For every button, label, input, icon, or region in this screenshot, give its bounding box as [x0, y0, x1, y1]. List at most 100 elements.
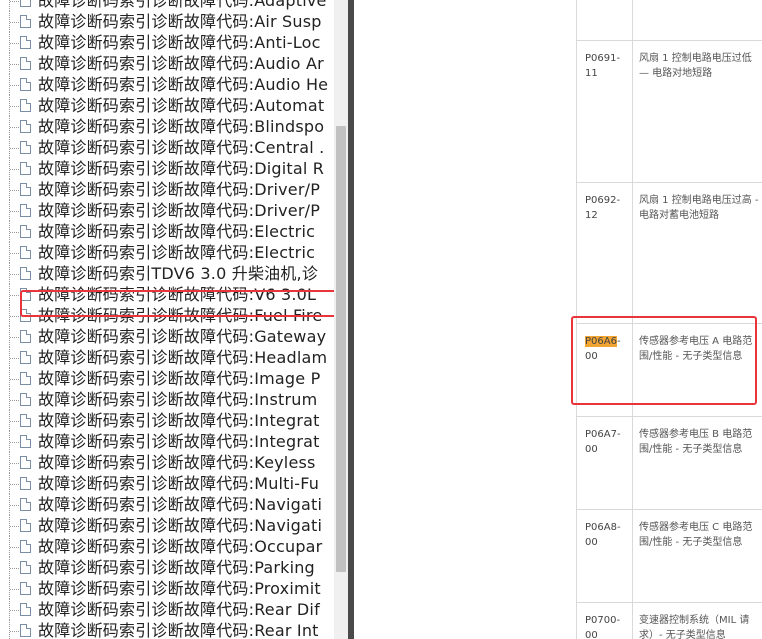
dtc-code: P0692-12 [585, 193, 625, 223]
dtc-row: P06A8-00 传感器参考电压 C 电路范围/性能 - 无子类型信息 [577, 510, 762, 603]
tree-item[interactable]: 故障诊断码索引诊断故障代码:Navigati [0, 515, 334, 536]
dtc-code: P06A8-00 [585, 520, 625, 550]
tree-item[interactable]: 故障诊断码索引诊断故障代码:Image P [0, 368, 334, 389]
tree-item-label: 故障诊断码索引诊断故障代码:Central . [38, 138, 325, 157]
scrollbar-thumb[interactable] [336, 126, 346, 572]
tree-item[interactable]: 故障诊断码索引诊断故障代码:Multi-Fu [0, 473, 334, 494]
tree-scrollbar[interactable] [334, 0, 348, 639]
document-icon [20, 36, 31, 49]
tree-item[interactable]: 故障诊断码索引诊断故障代码:Digital R [0, 158, 334, 179]
document-icon [20, 624, 31, 637]
tree-item-label: 故障诊断码索引诊断故障代码:Image P [38, 369, 321, 388]
tree-item-label: 故障诊断码索引诊断故障代码:Occupar [38, 537, 323, 556]
tree-item[interactable]: 故障诊断码索引诊断故障代码:Parking [0, 557, 334, 578]
document-icon [20, 393, 31, 406]
dtc-description: 风扇 1 控制电路电压过高 - 电路对蓄电池短路 [639, 195, 759, 221]
tree-item[interactable]: 故障诊断码索引诊断故障代码:Driver/P [0, 179, 334, 200]
dtc-description: 传感器参考电压 C 电路范围/性能 - 无子类型信息 [639, 522, 753, 548]
document-icon [20, 456, 31, 469]
tree-item[interactable]: 故障诊断码索引诊断故障代码:Proximit [0, 578, 334, 599]
dtc-row: P06A7-00 传感器参考电压 B 电路范围/性能 - 无子类型信息 [577, 417, 762, 510]
tree-item[interactable]: 故障诊断码索引诊断故障代码:Air Susp [0, 11, 334, 32]
tree-item-label: 故障诊断码索引诊断故障代码:Integrat [38, 432, 320, 451]
dtc-code: P0700-00 [585, 613, 625, 639]
dtc-row: P0692-12 风扇 1 控制电路电压过高 - 电路对蓄电池短路 [577, 183, 762, 324]
tree-item[interactable]: 故障诊断码索引诊断故障代码:Gateway [0, 326, 334, 347]
tree-item-label: 故障诊断码索引诊断故障代码:Driver/P [38, 180, 321, 199]
document-icon [20, 540, 31, 553]
tree-item[interactable]: 故障诊断码索引诊断故障代码:Driver/P [0, 200, 334, 221]
tree-item[interactable]: 故障诊断码索引诊断故障代码:Electric [0, 221, 334, 242]
document-icon [20, 351, 31, 364]
tree-item-label: 故障诊断码索引诊断故障代码:Digital R [38, 159, 325, 178]
tree-item[interactable]: 故障诊断码索引诊断故障代码:Adaptive [0, 0, 334, 11]
dtc-description: 变速器控制系统（MIL 请求）- 无子类型信息 [639, 615, 750, 639]
tree-item-label: 故障诊断码索引诊断故障代码:Rear Dif [38, 600, 320, 619]
document-icon [20, 78, 31, 91]
tree-item[interactable]: 故障诊断码索引诊断故障代码:Integrat [0, 410, 334, 431]
tree-item-label: 故障诊断码索引诊断故障代码:Rear Int [38, 621, 319, 639]
document-icon [20, 582, 31, 595]
tree-item-label: 故障诊断码索引TDV6 3.0 升柴油机,诊 [38, 264, 319, 283]
document-icon [20, 99, 31, 112]
tree-item-label: 故障诊断码索引诊断故障代码:Blindspo [38, 117, 325, 136]
tree-item-label: 故障诊断码索引诊断故障代码:Instrum [38, 390, 318, 409]
tree-item-label: 故障诊断码索引诊断故障代码:Electric [38, 243, 316, 262]
document-icon [20, 162, 31, 175]
document-icon [20, 561, 31, 574]
document-icon [20, 204, 31, 217]
dtc-code-text: P0691-11 [585, 53, 621, 79]
tree-item[interactable]: 故障诊断码索引诊断故障代码:Navigati [0, 494, 334, 515]
document-icon [20, 141, 31, 154]
tree-item[interactable]: 故障诊断码索引诊断故障代码:Rear Int [0, 620, 334, 639]
document-icon [20, 603, 31, 616]
dtc-code-text: P06A8-00 [585, 522, 621, 548]
tree-item[interactable]: 故障诊断码索引诊断故障代码:Audio He [0, 74, 334, 95]
document-icon [20, 330, 31, 343]
tree-item[interactable]: 故障诊断码索引诊断故障代码:Electric [0, 242, 334, 263]
document-icon [20, 57, 31, 70]
highlight-annotation [571, 316, 757, 405]
tree-item[interactable]: 故障诊断码索引诊断故障代码:Audio Ar [0, 53, 334, 74]
tree-item-label: 故障诊断码索引诊断故障代码:Parking [38, 558, 315, 577]
tree-item[interactable]: 故障诊断码索引诊断故障代码:Anti-Loc [0, 32, 334, 53]
tree-item-label: 故障诊断码索引诊断故障代码:Audio Ar [38, 54, 324, 73]
document-icon [20, 267, 31, 280]
document-icon [20, 498, 31, 511]
tree-item[interactable]: 故障诊断码索引诊断故障代码:Central . [0, 137, 334, 158]
tree-item[interactable]: 故障诊断码索引诊断故障代码:Headlam [0, 347, 334, 368]
tree-item-label: 故障诊断码索引诊断故障代码:Driver/P [38, 201, 321, 220]
dtc-code-text: P0692-12 [585, 195, 621, 221]
document-icon [20, 435, 31, 448]
document-icon [20, 414, 31, 427]
tree-item-label: 故障诊断码索引诊断故障代码:Air Susp [38, 12, 322, 31]
document-icon [20, 225, 31, 238]
tree-item-label: 故障诊断码索引诊断故障代码:Gateway [38, 327, 327, 346]
tree-item-label: 故障诊断码索引诊断故障代码:Integrat [38, 411, 320, 430]
selection-annotation [20, 290, 342, 317]
tree-item[interactable]: 故障诊断码索引诊断故障代码:Automat [0, 95, 334, 116]
tree-item-label: 故障诊断码索引诊断故障代码:Navigati [38, 495, 323, 514]
tree-item[interactable]: 故障诊断码索引诊断故障代码:Rear Dif [0, 599, 334, 620]
dtc-index-tree: 故障诊断码索引诊断故障代码:Adaptive 故障诊断码索引诊断故障代码:Air … [0, 0, 334, 639]
document-icon [20, 246, 31, 259]
tree-item[interactable]: 故障诊断码索引诊断故障代码:Keyless [0, 452, 334, 473]
document-icon [20, 0, 31, 7]
dtc-code: P0691-11 [585, 51, 625, 81]
tree-item-label: 故障诊断码索引诊断故障代码:Audio He [38, 75, 329, 94]
document-icon [20, 15, 31, 28]
tree-item[interactable]: 故障诊断码索引诊断故障代码:Integrat [0, 431, 334, 452]
dtc-description: 传感器参考电压 B 电路范围/性能 - 无子类型信息 [639, 429, 753, 455]
document-icon [20, 372, 31, 385]
dtc-code-text: P06A7-00 [585, 429, 621, 455]
tree-item[interactable]: 故障诊断码索引TDV6 3.0 升柴油机,诊 [0, 263, 334, 284]
tree-item-label: 故障诊断码索引诊断故障代码:Keyless [38, 453, 316, 472]
tree-item[interactable]: 故障诊断码索引诊断故障代码:Instrum [0, 389, 334, 410]
tree-item[interactable]: 故障诊断码索引诊断故障代码:Occupar [0, 536, 334, 557]
tree-item[interactable]: 故障诊断码索引诊断故障代码:Blindspo [0, 116, 334, 137]
dtc-row: P0700-00 变速器控制系统（MIL 请求）- 无子类型信息 [577, 603, 762, 639]
dtc-row: P0691-11 风扇 1 控制电路电压过低 — 电路对地短路 [577, 41, 762, 183]
dtc-code: P06A7-00 [585, 427, 625, 457]
document-icon [20, 519, 31, 532]
tree-pane: 故障诊断码索引诊断故障代码:Adaptive 故障诊断码索引诊断故障代码:Air … [0, 0, 334, 639]
